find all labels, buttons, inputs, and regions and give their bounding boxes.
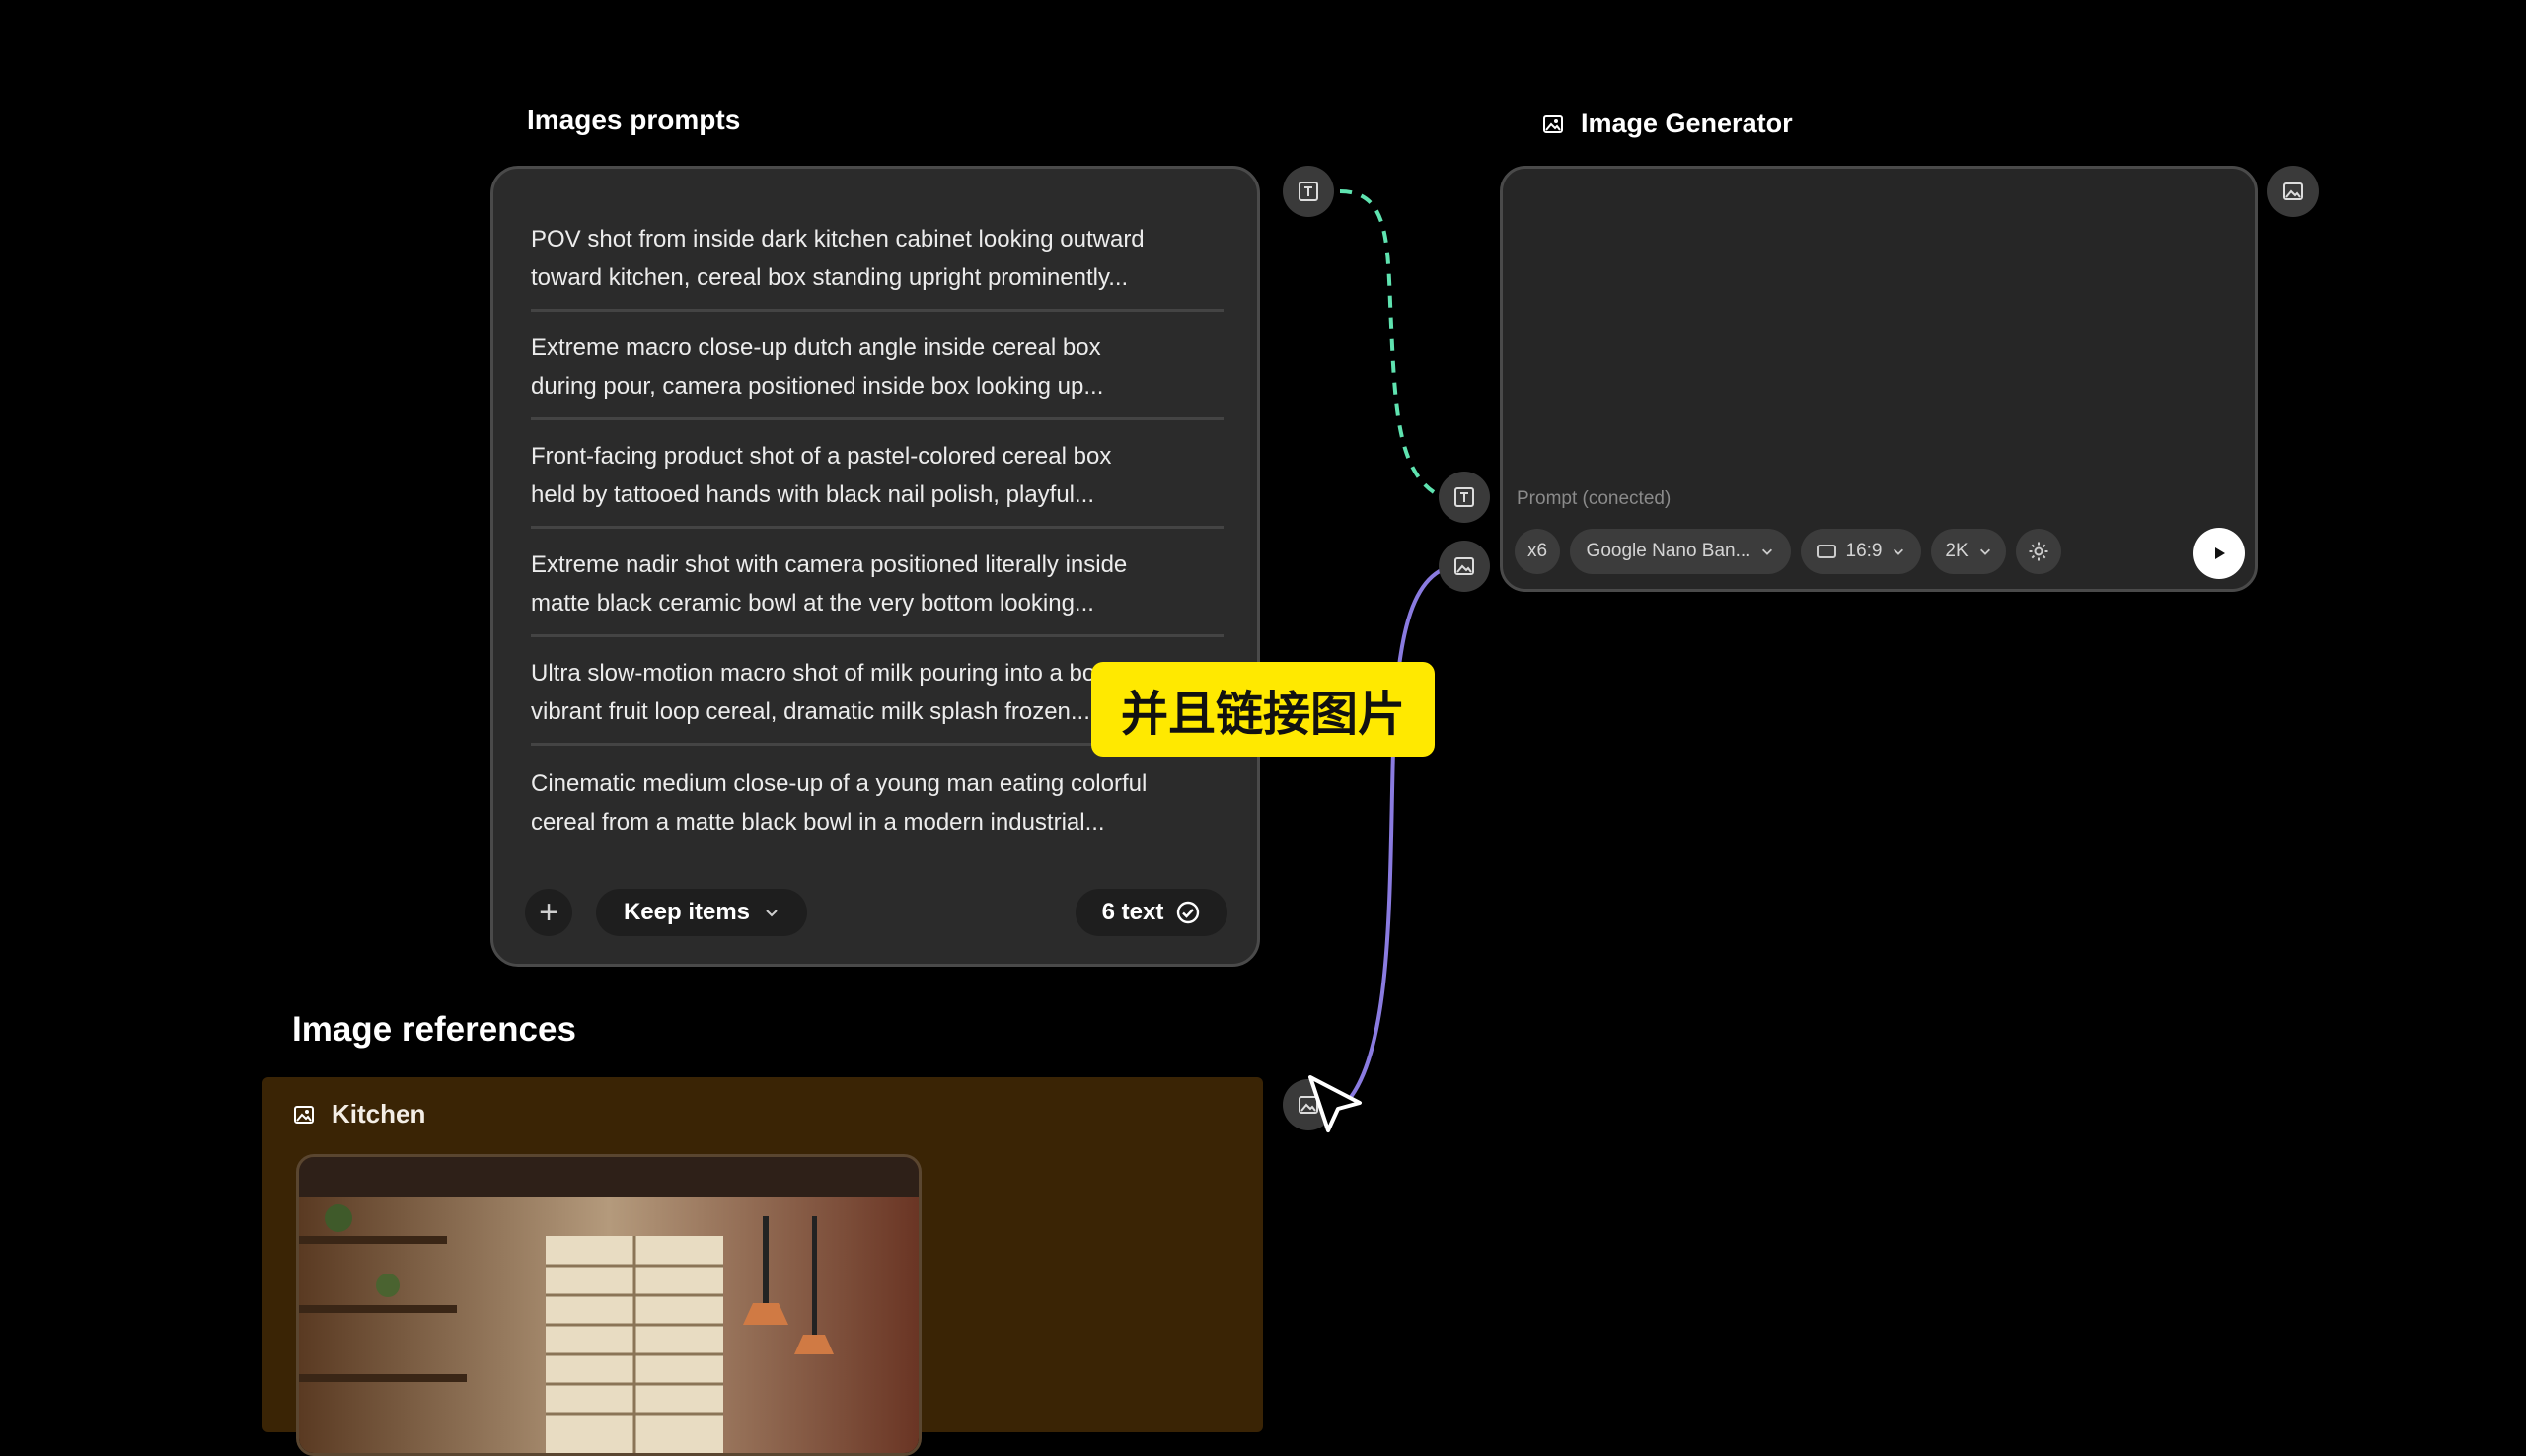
prompt-divider: [531, 309, 1224, 312]
kitchen-label-text: Kitchen: [332, 1099, 426, 1128]
image-icon: [294, 1105, 314, 1124]
prompt-text-line: Front-facing product shot of a pastel-co…: [531, 443, 1112, 470]
gear-icon: [2029, 542, 2048, 561]
kitchen-photo: [299, 1157, 919, 1453]
model-dropdown[interactable]: Google Nano Ban...: [1570, 529, 1791, 574]
text-box-icon: [1454, 487, 1474, 507]
chevron-down-icon: [766, 910, 778, 917]
prompt-item[interactable]: Front-facing product shot of a pastel-co…: [531, 437, 1222, 514]
prompt-text-line: Extreme nadir shot with camera positione…: [531, 551, 1128, 578]
image-references-title: Image references: [292, 1010, 576, 1049]
prompt-text-line: cereal from a matte black bowl in a mode…: [531, 809, 1105, 836]
plus-icon: +: [539, 893, 558, 931]
prompt-divider: [531, 417, 1224, 420]
prompt-text-line: Extreme macro close-up dutch angle insid…: [531, 334, 1101, 361]
image-input-handle[interactable]: [1439, 541, 1490, 592]
text-count-label: 6 text: [1101, 899, 1164, 925]
kitchen-reference-node[interactable]: Kitchen: [262, 1077, 1263, 1456]
prompt-divider: [531, 634, 1224, 637]
text-box-icon: [1299, 182, 1318, 201]
check-circle-icon: [1177, 901, 1200, 924]
kitchen-image[interactable]: [296, 1154, 922, 1456]
image-output-handle[interactable]: [2267, 166, 2319, 217]
generator-title-text: Image Generator: [1581, 109, 1793, 138]
resolution-dropdown[interactable]: 2K: [1931, 529, 2006, 574]
subtitle-caption: 并且链接图片: [1091, 662, 1435, 757]
chevron-down-icon: [1762, 548, 1773, 555]
image-icon: [2283, 182, 2303, 200]
prompt-item[interactable]: Extreme macro close-up dutch angle insid…: [531, 328, 1222, 405]
prompt-text-line: POV shot from inside dark kitchen cabine…: [531, 226, 1145, 253]
image-generator-node[interactable]: Prompt (conected) x6 Google Nano Ban... …: [1500, 166, 2258, 592]
prompt-item[interactable]: Extreme nadir shot with camera positione…: [531, 546, 1222, 622]
prompts-node[interactable]: POV shot from inside dark kitchen cabine…: [490, 166, 1260, 967]
text-input-handle[interactable]: [1439, 472, 1490, 523]
resolution-label: 2K: [1945, 541, 1969, 561]
model-label: Google Nano Ban...: [1586, 541, 1751, 561]
generator-node-title: Image Generator: [1541, 109, 1793, 139]
count-selector[interactable]: x6: [1515, 529, 1560, 574]
image-icon: [1543, 114, 1563, 133]
play-icon: [2215, 547, 2225, 559]
prompt-text-line: during pour, camera positioned inside bo…: [531, 373, 1104, 400]
prompts-node-title: Images prompts: [527, 105, 741, 135]
prompt-text-line: held by tattooed hands with black nail p…: [531, 481, 1095, 508]
chevron-down-icon: [1894, 548, 1904, 555]
image-icon: [1454, 557, 1474, 575]
prompt-text-line: Cinematic medium close-up of a young man…: [531, 770, 1148, 797]
run-button[interactable]: [2193, 528, 2245, 579]
keep-items-label: Keep items: [623, 899, 751, 925]
count-label: x6: [1526, 541, 1548, 561]
prompt-text-line: matte black ceramic bowl at the very bot…: [531, 590, 1094, 617]
prompt-text-line: toward kitchen, cereal box standing upri…: [531, 264, 1129, 291]
text-connection-edge: [1339, 189, 1440, 497]
aspect-ratio-label: 16:9: [1845, 541, 1883, 561]
text-output-handle[interactable]: [1283, 166, 1334, 217]
prompt-divider: [531, 526, 1224, 529]
text-count-badge[interactable]: 6 text: [1076, 889, 1227, 936]
kitchen-node-label: Kitchen: [292, 1099, 425, 1129]
settings-button[interactable]: [2016, 529, 2061, 574]
prompt-item[interactable]: Cinematic medium close-up of a young man…: [531, 764, 1222, 841]
aspect-ratio-dropdown[interactable]: 16:9: [1801, 529, 1921, 574]
aspect-ratio-icon: [1816, 545, 1836, 558]
prompt-item[interactable]: POV shot from inside dark kitchen cabine…: [531, 220, 1222, 297]
prompt-status-label: Prompt (conected): [1517, 488, 1672, 509]
cursor-arrow-icon: [1308, 1075, 1362, 1132]
chevron-down-icon: [1979, 548, 1990, 555]
add-item-button[interactable]: +: [525, 889, 572, 936]
image-connection-edge: [1346, 562, 1467, 1103]
keep-items-dropdown[interactable]: Keep items: [596, 889, 807, 936]
